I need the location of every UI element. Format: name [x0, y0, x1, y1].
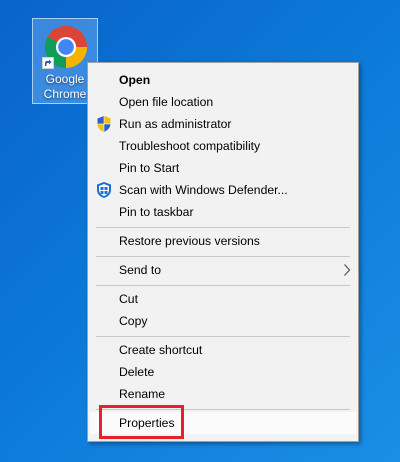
- menu-item-label: Properties: [119, 416, 175, 430]
- menu-item-open-file-location[interactable]: Open file location: [90, 91, 356, 113]
- menu-item-pin-to-taskbar[interactable]: Pin to taskbar: [90, 201, 356, 223]
- menu-item-properties[interactable]: Properties: [90, 412, 356, 434]
- menu-separator: [96, 409, 350, 410]
- menu-item-label: Open file location: [119, 95, 214, 109]
- menu-item-scan-with-windows-defender[interactable]: Scan with Windows Defender...: [90, 179, 356, 201]
- menu-item-restore-previous-versions[interactable]: Restore previous versions: [90, 230, 356, 252]
- menu-item-label: Scan with Windows Defender...: [119, 183, 288, 197]
- menu-item-run-as-administrator[interactable]: Run as administrator: [90, 113, 356, 135]
- menu-separator: [96, 256, 350, 257]
- menu-item-label: Run as administrator: [119, 117, 232, 131]
- menu-item-pin-to-start[interactable]: Pin to Start: [90, 157, 356, 179]
- chevron-right-icon: [344, 264, 351, 276]
- menu-item-label: Rename: [119, 387, 166, 401]
- menu-separator: [96, 227, 350, 228]
- menu-item-label: Cut: [119, 292, 138, 306]
- menu-item-label: Pin to Start: [119, 161, 180, 175]
- menu-item-copy[interactable]: Copy: [90, 310, 356, 332]
- menu-item-label: Copy: [119, 314, 148, 328]
- menu-item-cut[interactable]: Cut: [90, 288, 356, 310]
- uac-shield-icon: [97, 116, 111, 132]
- menu-item-label: Restore previous versions: [119, 234, 260, 248]
- menu-item-create-shortcut[interactable]: Create shortcut: [90, 339, 356, 361]
- menu-item-send-to[interactable]: Send to: [90, 259, 356, 281]
- windows-defender-icon: [97, 182, 111, 198]
- menu-item-rename[interactable]: Rename: [90, 383, 356, 405]
- context-menu: Open Open file location Run as administr…: [87, 62, 359, 442]
- menu-item-label: Send to: [119, 263, 162, 277]
- menu-separator: [96, 285, 350, 286]
- menu-separator: [96, 336, 350, 337]
- menu-item-delete[interactable]: Delete: [90, 361, 356, 383]
- menu-item-label: Delete: [119, 365, 155, 379]
- menu-item-label: Create shortcut: [119, 343, 203, 357]
- menu-item-label: Pin to taskbar: [119, 205, 194, 219]
- menu-item-open[interactable]: Open: [90, 69, 356, 91]
- menu-item-label: Open: [119, 73, 151, 87]
- shortcut-arrow-icon: [42, 57, 54, 69]
- menu-item-troubleshoot-compatibility[interactable]: Troubleshoot compatibility: [90, 135, 356, 157]
- menu-item-label: Troubleshoot compatibility: [119, 139, 261, 153]
